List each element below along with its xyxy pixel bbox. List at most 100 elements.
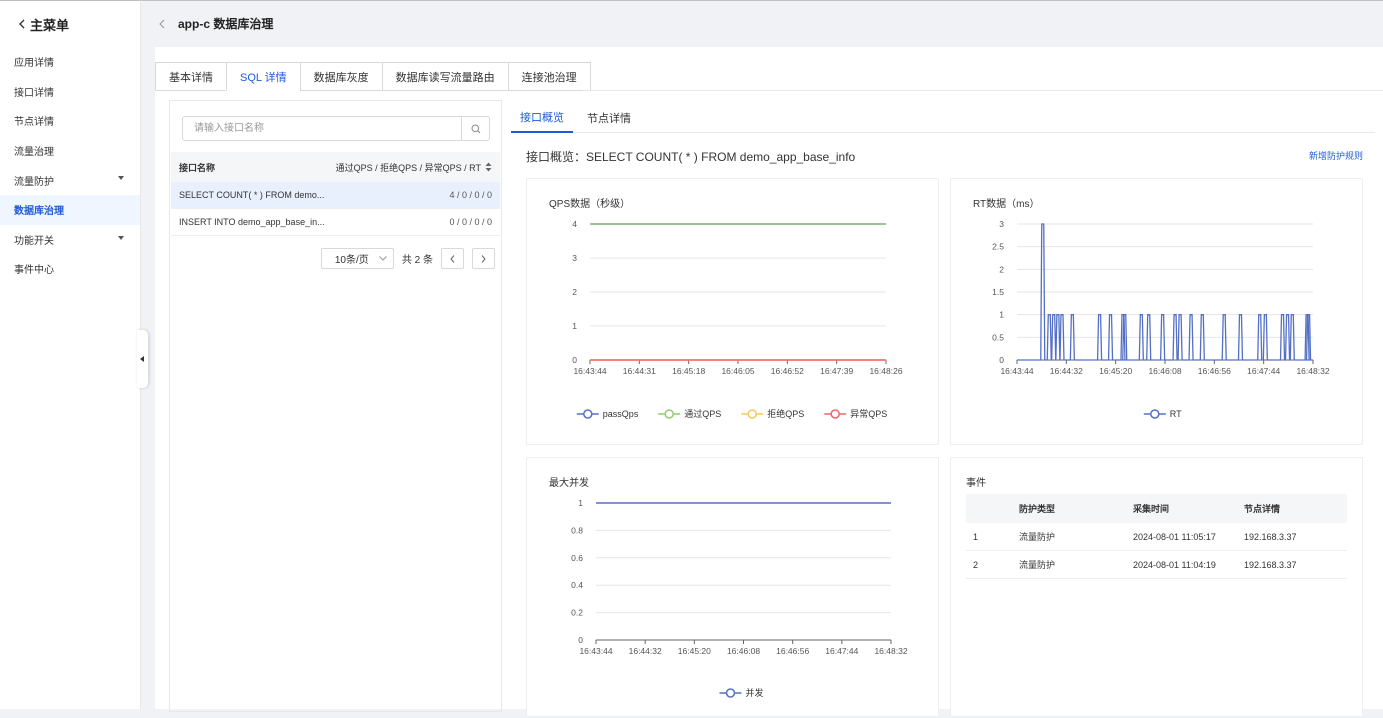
main-content: 基本详情SQL 详情数据库灰度数据库读写流量路由连接池治理 接口名称 通过QPS… <box>155 47 1383 717</box>
events-title: 事件 <box>966 478 986 489</box>
events-card: 事件 防护类型 采集时间 节点详情 1 流量防护 2024-08-01 11:05:17 1… <box>950 457 1363 717</box>
legend-marker <box>1150 409 1160 419</box>
sidebar-item-label: 流量治理 <box>14 147 54 159</box>
rt-chart: 0 0.5 1 1.5 2 2.5 3 16:43:44 16:44:32 16:45:20 16:… <box>992 219 1330 419</box>
add-protection-rule-link[interactable]: 新增防护规则 <box>1309 149 1363 162</box>
events-cell: 1 <box>973 531 979 542</box>
caret-down-icon <box>118 176 124 181</box>
sidebar-item[interactable]: 流量防护 <box>0 165 140 195</box>
sidebar: 主菜单 应用详情接口详情节点详情流量治理流量防护 数据库治理功能开关事件中心 <box>0 0 141 709</box>
x-tick-label: 16:47:39 <box>820 366 853 376</box>
table-row: 2 流量防护 2024-08-01 11:04:19 192.168.3.37 <box>966 551 1347 579</box>
row-name: INSERT INTO demo_app_base_in... <box>179 217 325 227</box>
x-tick-label: 16:43:44 <box>579 646 612 656</box>
concurrency-chart: 0 0.2 0.4 0.6 0.8 1 16:43:44 16:44:32 16:45:20 16… <box>571 498 908 698</box>
events-cell: 2024-08-01 11:04:19 <box>1133 559 1216 570</box>
tab[interactable]: 数据库灰度 <box>299 62 382 91</box>
tab[interactable]: 数据库读写流量路由 <box>381 62 508 91</box>
search-button[interactable] <box>461 117 489 140</box>
detail-tabs: 接口概览 节点详情 <box>511 103 1375 133</box>
table-row: 1 流量防护 2024-08-01 11:05:17 192.168.3.37 <box>966 523 1347 551</box>
tab[interactable]: SQL 详情 <box>226 62 300 91</box>
sidebar-item-label: 节点详情 <box>14 117 54 129</box>
chevron-left-icon <box>450 254 455 263</box>
x-tick-label: 16:43:44 <box>1000 366 1033 376</box>
total-count: 共 2 条 <box>401 255 433 266</box>
sidebar-item[interactable]: 接口详情 <box>0 77 140 107</box>
sidebar-item[interactable]: 事件中心 <box>0 254 140 284</box>
x-tick-label: 16:46:05 <box>721 366 754 376</box>
rt-chart-card: RT数据（ms） 0 0.5 1 1.5 2 2.5 3 16:43:44 16:44:32 16… <box>950 178 1363 445</box>
sort-icon[interactable] <box>485 162 492 172</box>
legend-marker <box>747 409 757 419</box>
subtab[interactable]: 节点详情 <box>578 103 640 133</box>
search-icon <box>471 124 480 133</box>
sidebar-item-label: 应用详情 <box>14 58 54 70</box>
page-size-select[interactable]: 10条/页 <box>320 248 394 269</box>
legend-marker <box>725 688 736 698</box>
sidebar-item[interactable]: 应用详情 <box>0 47 140 77</box>
y-tick-label: 2 <box>572 287 577 297</box>
x-tick-label: 16:47:44 <box>825 646 858 656</box>
x-tick-label: 16:46:56 <box>776 646 809 656</box>
events-header-cell: 节点详情 <box>1244 504 1281 514</box>
caret-down-icon <box>118 235 124 240</box>
next-page-button[interactable] <box>472 248 495 269</box>
legend-label: 拒绝QPS <box>767 408 804 419</box>
prev-page-button[interactable] <box>441 248 464 269</box>
page-header: app-c 数据库治理 <box>141 0 1383 46</box>
events-cell: 流量防护 <box>1019 532 1056 542</box>
qps-chart: 0 1 2 3 4 16:43:44 16:44:31 16:45:18 16:46:05 16:… <box>572 219 903 419</box>
table-row[interactable]: SELECT COUNT( * ) FROM demo... 4 / 0 / 0 … <box>171 182 500 209</box>
x-tick-label: 16:48:32 <box>1296 366 1329 376</box>
y-tick-label: 0.5 <box>992 332 1004 342</box>
y-tick-label: 1 <box>578 498 583 508</box>
search-input[interactable] <box>183 117 461 140</box>
sidebar-item-label: 功能开关 <box>14 235 54 247</box>
x-tick-label: 16:47:44 <box>1247 366 1280 376</box>
main-menu-back-button[interactable]: 主菜单 <box>0 1 140 47</box>
x-tick-label: 16:44:32 <box>1050 366 1083 376</box>
x-tick-label: 16:46:08 <box>727 646 760 656</box>
page-size-value: 10条/页 <box>334 255 369 266</box>
panel-divider <box>501 100 502 712</box>
events-cell: 192.168.3.37 <box>1244 531 1297 542</box>
subtab[interactable]: 接口概览 <box>511 103 573 133</box>
x-tick-label: 16:48:26 <box>869 366 902 376</box>
back-chevron-icon[interactable] <box>159 19 166 29</box>
interface-search <box>182 116 490 141</box>
sidebar-collapse-toggle[interactable] <box>137 330 148 388</box>
x-tick-label: 16:45:20 <box>678 646 711 656</box>
legend-marker <box>830 409 840 419</box>
tab[interactable]: 连接池治理 <box>507 62 591 91</box>
row-name: SELECT COUNT( * ) FROM demo... <box>179 190 325 200</box>
y-tick-label: 0.6 <box>571 553 583 563</box>
x-tick-label: 16:46:52 <box>771 366 804 376</box>
x-tick-label: 16:45:18 <box>672 366 705 376</box>
concurrency-chart-card: 最大并发 0 0.2 0.4 0.6 0.8 1 16:43:44 16:44:32 16:45… <box>526 457 939 717</box>
col-metrics-header[interactable]: 通过QPS / 拒绝QPS / 异常QPS / RT <box>336 161 492 174</box>
y-tick-label: 0.8 <box>571 525 583 535</box>
legend-marker <box>583 409 593 419</box>
tab[interactable]: 基本详情 <box>155 62 226 91</box>
y-tick-label: 0.2 <box>571 608 583 618</box>
qps-chart-card: QPS数据（秒级） 0 1 2 3 4 16:43:44 16:44:31 16:45:18 1… <box>526 178 939 445</box>
table-row[interactable]: INSERT INTO demo_app_base_in... 0 / 0 / 0… <box>171 209 500 236</box>
events-cell: 流量防护 <box>1019 560 1056 570</box>
y-tick-label: 4 <box>572 219 577 229</box>
col-metrics-label: 通过QPS / 拒绝QPS / 异常QPS / RT <box>335 162 481 173</box>
events-header-cell: 防护类型 <box>1019 504 1056 514</box>
sidebar-item[interactable]: 数据库治理 <box>0 194 140 225</box>
sidebar-item[interactable]: 流量治理 <box>0 136 140 166</box>
sidebar-item[interactable]: 功能开关 <box>0 225 140 255</box>
sidebar-item[interactable]: 节点详情 <box>0 106 140 136</box>
legend-label: RT <box>1170 409 1182 419</box>
sidebar-item-label: 事件中心 <box>14 265 54 277</box>
y-tick-label: 2 <box>999 264 1004 274</box>
col-name-header: 接口名称 <box>179 162 216 173</box>
legend-label: 通过QPS <box>684 408 721 419</box>
row-metrics: 0 / 0 / 0 / 0 <box>449 217 492 227</box>
y-tick-label: 0 <box>999 355 1004 365</box>
events-header-cell: 采集时间 <box>1133 504 1170 514</box>
chevron-left-icon <box>19 19 25 29</box>
